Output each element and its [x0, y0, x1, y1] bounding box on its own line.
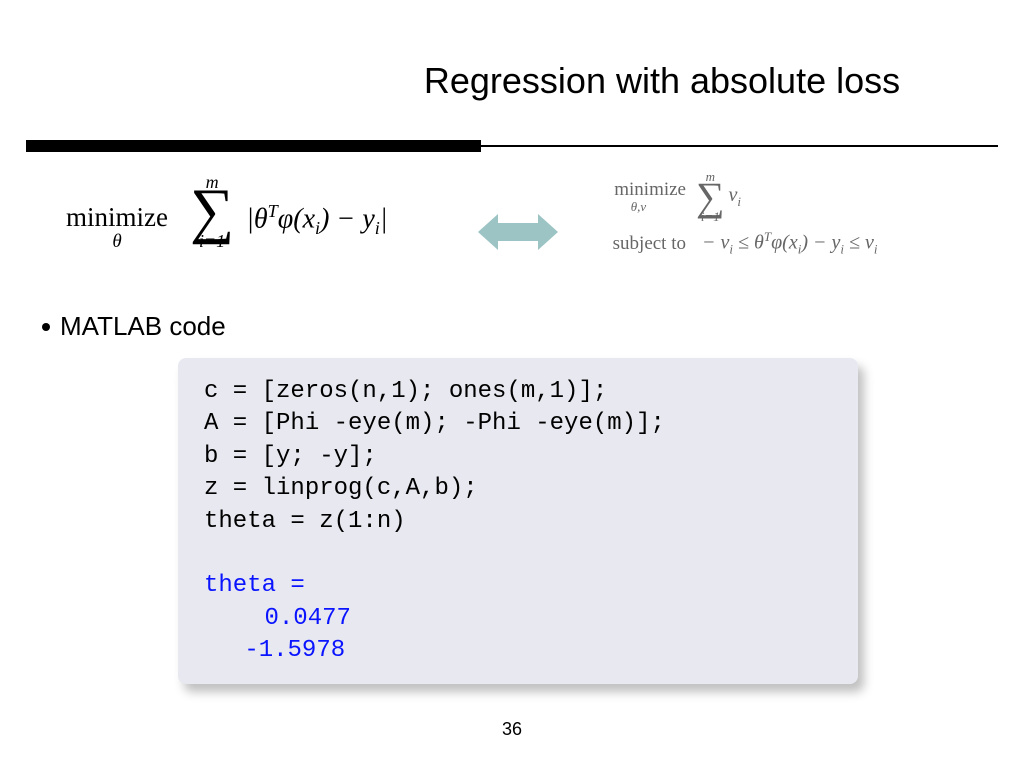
- minimize-label: minimize θ: [66, 202, 168, 253]
- bullet-icon: [42, 323, 50, 331]
- absolute-loss-expr: |θTφ(xi) − yi|: [246, 201, 387, 239]
- equivalence-arrow-icon: [478, 210, 558, 254]
- code-line: z = linprog(c,A,b);: [204, 473, 832, 505]
- formula-row: minimize θ m ∑ i=1 |θTφ(xi) − yi| minimi…: [26, 170, 998, 290]
- sigma-icon: ∑: [696, 181, 725, 212]
- lp-objective: minimize θ,ν m ∑ i=1 νi: [591, 170, 1011, 223]
- minimize-word: minimize: [66, 202, 168, 233]
- constraint-expr: − νi ≤ θTφ(xi) − yi ≤ νi: [702, 229, 878, 258]
- bullet-text: MATLAB code: [60, 311, 226, 342]
- minimize-word: minimize: [591, 179, 686, 201]
- minimize-subscript: θ,ν: [591, 199, 686, 215]
- code-blank-line: [204, 538, 832, 570]
- sigma-icon: ∑: [190, 187, 234, 235]
- summation: m ∑ i=1: [190, 173, 234, 249]
- slide-title: Regression with absolute loss: [0, 60, 1024, 102]
- slide: Regression with absolute loss minimize θ…: [0, 0, 1024, 768]
- divider-thick: [26, 140, 481, 152]
- objective-expr: νi: [729, 184, 742, 210]
- formula-lp: minimize θ,ν m ∑ i=1 νi subject to − νi …: [591, 170, 1011, 264]
- code-line: b = [y; -y];: [204, 441, 832, 473]
- summation: m ∑ i=1: [696, 170, 725, 223]
- code-block: c = [zeros(n,1); ones(m,1)]; A = [Phi -e…: [178, 358, 858, 684]
- subject-to-label: subject to: [613, 233, 686, 254]
- divider: [26, 140, 998, 154]
- lp-constraint: subject to − νi ≤ θTφ(xi) − yi ≤ νi: [591, 229, 1011, 258]
- formula-primal: minimize θ m ∑ i=1 |θTφ(xi) − yi|: [66, 170, 446, 290]
- page-number: 36: [0, 719, 1024, 740]
- code-line: theta = z(1:n): [204, 506, 832, 538]
- code-line: A = [Phi -eye(m); -Phi -eye(m)];: [204, 408, 832, 440]
- code-line: c = [zeros(n,1); ones(m,1)];: [204, 376, 832, 408]
- output-label: theta =: [204, 570, 832, 602]
- output-value: 0.0477: [204, 603, 832, 635]
- output-value: -1.5978: [204, 635, 832, 667]
- minimize-subscript: θ: [66, 231, 168, 253]
- matlab-code-heading: MATLAB code: [42, 311, 226, 342]
